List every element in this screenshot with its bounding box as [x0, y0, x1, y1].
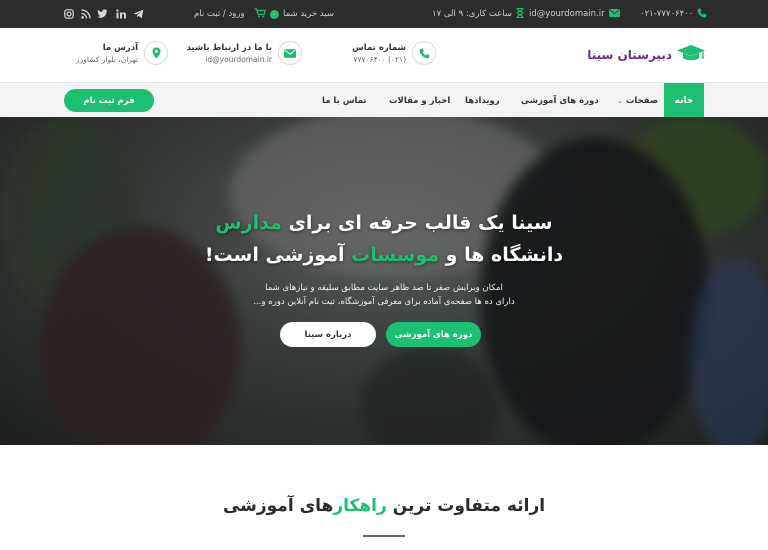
hero-subtitle-line1: امکان ویرایش صفر تا صد ظاهر سایت مطابق س…	[265, 283, 503, 293]
chevron-down-icon: ⌄	[617, 96, 623, 105]
email-icon	[278, 41, 302, 65]
auth-link-label: ورود / ثبت نام	[194, 9, 245, 19]
section-title: ارائه متفاوت ترین راهکارهای آموزشی	[0, 496, 768, 516]
top-bar: ورود / ثبت نام ۰ سبد خرید شما ساعت کاری:…	[0, 0, 768, 28]
nav-news[interactable]: اخبار و مقالات	[389, 83, 450, 118]
nav-courses[interactable]: دوره های آموزشی	[521, 83, 599, 118]
graduation-cap-icon	[676, 44, 706, 66]
site-header: دبیرستان سینا شماره تماس (۰۲۱) ۷۷۷۰۶۴۰۰ …	[0, 28, 768, 82]
hero-title-line2-text-a: دانشگاه ها و	[439, 244, 564, 266]
cart-link[interactable]: ۰ سبد خرید شما	[254, 0, 334, 28]
courses-button[interactable]: دوره های آموزشی	[386, 322, 481, 347]
hero-title-line2: دانشگاه ها و موسسات آموزشی است!	[0, 244, 768, 266]
linkedin-icon[interactable]	[115, 8, 126, 19]
contact-email-block: با ما در ارتباط باشید id@yourdomain.ir	[186, 41, 302, 65]
instagram-icon[interactable]	[63, 8, 74, 19]
auth-link[interactable]: ورود / ثبت نام	[194, 0, 245, 28]
topbar-email[interactable]: id@yourdomain.ir	[529, 0, 620, 28]
contact-phone-title: شماره تماس	[352, 42, 406, 53]
nav-pages[interactable]: ⌄ صفحات	[617, 83, 658, 118]
about-button[interactable]: درباره سینا	[280, 322, 376, 347]
work-hours: ساعت کاری: ۹ الی ۱۷	[432, 0, 524, 28]
address-title: آدرس ما	[102, 42, 138, 53]
phone-icon	[697, 8, 707, 21]
hourglass-icon	[516, 7, 524, 21]
contact-email-title: با ما در ارتباط باشید	[186, 42, 272, 53]
hero-banner: سینا یک قالب حرفه ای برای مدارس دانشگاه …	[0, 117, 768, 445]
main-nav: خانه ⌄ صفحات دوره های آموزشی رویدادها اخ…	[0, 82, 768, 118]
hero-title-line1: سینا یک قالب حرفه ای برای مدارس	[0, 212, 768, 234]
cart-icon	[254, 7, 267, 21]
contact-phone-block: شماره تماس (۰۲۱) ۷۷۷۰۶۴۰۰	[352, 41, 436, 65]
topbar-email-value: id@yourdomain.ir	[529, 9, 605, 19]
twitter-icon[interactable]	[97, 8, 108, 19]
address-value: تهران، بلوار کشاورز	[75, 54, 138, 64]
section-divider	[363, 535, 405, 537]
section-title-text-a: ارائه متفاوت ترین	[386, 496, 546, 516]
telegram-icon[interactable]	[133, 8, 144, 19]
section-title-highlight: راهکار	[333, 496, 387, 516]
logo-text: دبیرستان سینا	[587, 48, 672, 62]
cart-label: سبد خرید شما	[283, 9, 334, 19]
hero-subtitle-line2: دارای ده ها صفحه‌ی آماده برای معرفی آموز…	[253, 297, 515, 307]
hero-title-highlight-schools: مدارس	[215, 212, 282, 234]
hero-title-line1-text: سینا یک قالب حرفه ای برای	[281, 212, 553, 234]
topbar-phone[interactable]: ۰۲۱-۷۷۷۰۶۴۰۰	[640, 0, 707, 28]
contact-email-value: id@yourdomain.ir	[205, 54, 272, 64]
nav-contact[interactable]: تماس با ما	[322, 83, 367, 118]
site-logo[interactable]: دبیرستان سینا	[587, 44, 706, 66]
rss-icon[interactable]	[80, 8, 91, 19]
phone-icon	[412, 41, 436, 65]
cart-count-badge: ۰	[270, 9, 279, 19]
hero-title-line2-text-c: آموزشی است!	[204, 244, 352, 266]
section-title-text-c: های آموزشی	[222, 496, 334, 516]
nav-pages-label: صفحات	[625, 95, 659, 106]
contact-phone-value: (۰۲۱) ۷۷۷۰۶۴۰۰	[353, 54, 406, 64]
map-pin-icon	[144, 41, 168, 65]
register-form-button[interactable]: فرم ثبت نام	[64, 89, 154, 112]
nav-home[interactable]: خانه	[664, 83, 704, 118]
hero-title-highlight-institutes: موسسات	[351, 244, 440, 266]
nav-events[interactable]: رویدادها	[465, 83, 500, 118]
address-block: آدرس ما تهران، بلوار کشاورز	[76, 41, 168, 65]
topbar-phone-value: ۰۲۱-۷۷۷۰۶۴۰۰	[640, 9, 694, 19]
work-hours-label: ساعت کاری: ۹ الی ۱۷	[432, 9, 512, 19]
email-icon	[608, 8, 620, 20]
